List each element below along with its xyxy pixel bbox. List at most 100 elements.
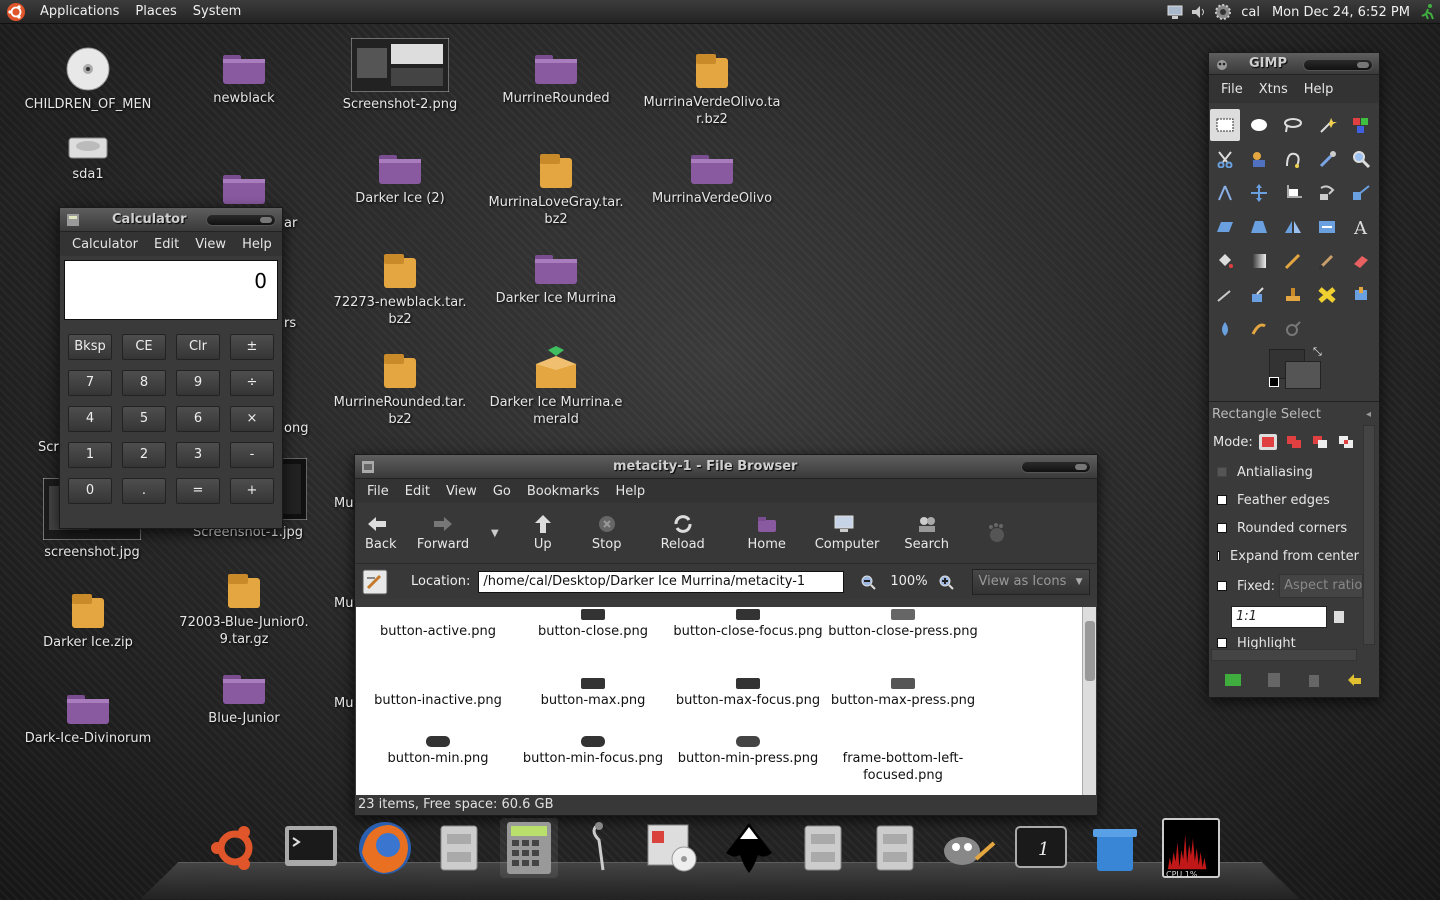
zoom-out-icon[interactable] (860, 574, 877, 590)
delete-options-icon[interactable] (1303, 671, 1325, 689)
dock-ubuntu[interactable] (206, 818, 264, 878)
feather-edges-option[interactable]: Feather edges (1209, 486, 1379, 514)
rotate-tool[interactable] (1312, 177, 1342, 209)
desktop-icon-screenshot-2[interactable]: Screenshot-2.png (330, 38, 470, 113)
panel-username[interactable]: cal (1235, 5, 1266, 20)
menu-file[interactable]: File (359, 484, 397, 499)
menu-help[interactable]: Help (234, 237, 280, 252)
file-icon-view[interactable]: button-active.png button-close.png butto… (356, 607, 1084, 795)
key-8[interactable]: 8 (122, 370, 166, 396)
file-item[interactable]: button-close.png (515, 609, 671, 640)
desktop-icon-blue-junior[interactable]: Blue-Junior (174, 670, 314, 727)
restore-options-icon[interactable] (1263, 671, 1285, 689)
applications-menu[interactable]: Applications (32, 4, 127, 19)
menu-help[interactable]: Help (1296, 82, 1342, 97)
select-by-color-tool[interactable] (1346, 109, 1376, 141)
perspective-tool[interactable] (1244, 211, 1274, 243)
feather-edges-checkbox[interactable] (1217, 495, 1227, 505)
gear-icon[interactable] (1214, 3, 1232, 21)
places-menu[interactable]: Places (127, 4, 184, 19)
desktop-icon-72003-blue-junior[interactable]: 72003-Blue-Junior0.9.tar.gz (174, 570, 314, 648)
desktop-icon-murrinalovegray[interactable]: MurrinaLoveGray.tar.bz2 (486, 150, 626, 228)
home-button[interactable]: Home (725, 514, 809, 552)
desktop-icon-partial-folder[interactable] (174, 170, 314, 210)
rounded-corners-option[interactable]: Rounded corners (1209, 514, 1379, 542)
dock-file-cabinet-2[interactable] (794, 818, 852, 878)
key-5[interactable]: 5 (122, 406, 166, 432)
window-controls[interactable] (1021, 461, 1091, 473)
reload-button[interactable]: Reload (641, 514, 725, 552)
scrollbar-thumb[interactable] (1085, 621, 1095, 681)
dock-package-manager[interactable] (644, 818, 702, 878)
window-controls[interactable] (206, 214, 276, 226)
dock-workspace-switcher[interactable]: 1 (1012, 818, 1070, 878)
stop-button[interactable]: Stop (573, 514, 641, 552)
dodge-burn-tool[interactable] (1278, 313, 1308, 345)
key-9[interactable]: 9 (176, 370, 220, 396)
desktop-icon-dark-ice-divinorum[interactable]: Dark-Ice-Divinorum (18, 690, 158, 747)
menu-calculator[interactable]: Calculator (64, 237, 146, 252)
key-add[interactable]: + (230, 478, 274, 504)
forward-history-dropdown-icon[interactable]: ▼ (491, 528, 499, 539)
network-icon[interactable] (1166, 3, 1184, 21)
back-button[interactable]: Back (359, 514, 397, 552)
file-item[interactable]: button-min-press.png (670, 736, 826, 767)
color-picker-tool[interactable] (1312, 143, 1342, 175)
desktop-icon-sda1[interactable]: sda1 (18, 132, 158, 183)
mode-intersect-icon[interactable] (1337, 434, 1355, 450)
mode-replace-icon[interactable] (1258, 434, 1277, 450)
up-button[interactable]: Up (513, 514, 573, 552)
text-tool[interactable]: A (1346, 211, 1376, 243)
zoom-level[interactable]: 100% (890, 574, 927, 589)
horizontal-scrollbar[interactable] (1211, 649, 1357, 661)
antialiasing-option[interactable]: Antialiasing (1209, 458, 1379, 486)
desktop-icon-murrinerounded-tar[interactable]: MurrineRounded.tar.bz2 (330, 350, 470, 428)
ink-tool[interactable] (1244, 279, 1274, 311)
measure-tool[interactable] (1210, 177, 1240, 209)
dock-firefox[interactable] (356, 818, 414, 878)
key-divide[interactable]: ÷ (230, 370, 274, 396)
key-decimal[interactable]: . (122, 478, 166, 504)
file-item[interactable]: button-min.png (360, 736, 516, 767)
key-multiply[interactable]: × (230, 406, 274, 432)
dock-audio[interactable] (574, 818, 632, 878)
desktop-icon-darker-ice-murrina-emerald[interactable]: Darker Ice Murrina.emerald (486, 346, 626, 428)
file-item[interactable]: button-close-focus.png (670, 609, 826, 640)
zoom-tool[interactable] (1346, 143, 1376, 175)
blend-tool[interactable] (1244, 245, 1274, 277)
eraser-tool[interactable] (1346, 245, 1376, 277)
foreground-select-tool[interactable] (1244, 143, 1274, 175)
key-plus-minus[interactable]: ± (230, 334, 274, 360)
desktop-icon-murrinaverdeolivo-tar[interactable]: MurrinaVerdeOlivo.tar.bz2 (642, 50, 782, 128)
desktop-icon-murrinerounded[interactable]: MurrineRounded (486, 50, 626, 107)
heal-tool[interactable] (1312, 279, 1342, 311)
file-item[interactable]: button-max-press.png (825, 678, 981, 709)
ellipse-select-tool[interactable] (1244, 109, 1274, 141)
desktop-icon-darker-ice-2[interactable]: Darker Ice (2) (330, 150, 470, 207)
menu-edit[interactable]: Edit (397, 484, 438, 499)
file-item[interactable]: frame-bottom-left-focused.png (825, 750, 981, 784)
calculator-titlebar[interactable]: Calculator (60, 208, 282, 232)
rounded-corners-checkbox[interactable] (1217, 523, 1227, 533)
default-colors-icon[interactable] (1269, 377, 1279, 387)
vertical-scrollbar[interactable] (1082, 607, 1096, 795)
scale-tool[interactable] (1346, 177, 1376, 209)
options-scrollbar[interactable] (1363, 425, 1375, 645)
menu-file[interactable]: File (1213, 82, 1251, 97)
zoom-in-icon[interactable] (938, 574, 954, 590)
quit-icon[interactable] (1419, 3, 1437, 21)
location-input[interactable]: /home/cal/Desktop/Darker Ice Murrina/met… (478, 570, 845, 593)
flip-tool[interactable] (1278, 211, 1308, 243)
blur-tool[interactable] (1210, 313, 1240, 345)
fuzzy-select-tool[interactable] (1312, 109, 1342, 141)
reset-options-icon[interactable] (1344, 671, 1366, 689)
file-item[interactable]: button-inactive.png (360, 692, 516, 709)
desktop-icon-darker-ice-murrina[interactable]: Darker Ice Murrina (486, 250, 626, 307)
aspect-ratio-input[interactable]: 1:1 (1231, 606, 1327, 628)
forward-button[interactable]: Forward (395, 514, 491, 552)
panel-menu-icon[interactable]: ◂ (1366, 409, 1371, 420)
crop-tool[interactable] (1278, 177, 1308, 209)
dock-terminal[interactable] (282, 818, 340, 878)
key-subtract[interactable]: - (230, 442, 274, 468)
pencil-tool[interactable] (1278, 245, 1308, 277)
